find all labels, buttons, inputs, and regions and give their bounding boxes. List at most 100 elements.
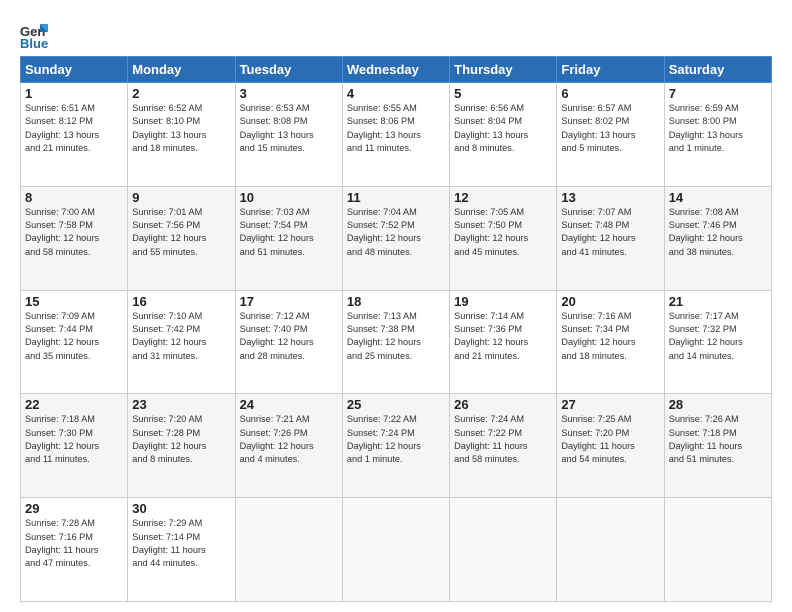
day-number: 30 [132, 501, 230, 516]
calendar-cell: 14Sunrise: 7:08 AM Sunset: 7:46 PM Dayli… [664, 186, 771, 290]
day-number: 24 [240, 397, 338, 412]
calendar-week-row: 29Sunrise: 7:28 AM Sunset: 7:16 PM Dayli… [21, 498, 772, 602]
weekday-header-saturday: Saturday [664, 57, 771, 83]
logo: Gen Blue [20, 22, 50, 50]
calendar-cell: 9Sunrise: 7:01 AM Sunset: 7:56 PM Daylig… [128, 186, 235, 290]
logo-icon: Gen Blue [20, 22, 48, 50]
day-number: 6 [561, 86, 659, 101]
day-info: Sunrise: 7:21 AM Sunset: 7:26 PM Dayligh… [240, 413, 338, 466]
day-number: 29 [25, 501, 123, 516]
day-info: Sunrise: 7:03 AM Sunset: 7:54 PM Dayligh… [240, 206, 338, 259]
calendar-cell: 16Sunrise: 7:10 AM Sunset: 7:42 PM Dayli… [128, 290, 235, 394]
day-number: 20 [561, 294, 659, 309]
day-number: 16 [132, 294, 230, 309]
day-info: Sunrise: 7:22 AM Sunset: 7:24 PM Dayligh… [347, 413, 445, 466]
calendar-cell: 17Sunrise: 7:12 AM Sunset: 7:40 PM Dayli… [235, 290, 342, 394]
calendar-cell: 30Sunrise: 7:29 AM Sunset: 7:14 PM Dayli… [128, 498, 235, 602]
weekday-header-sunday: Sunday [21, 57, 128, 83]
calendar-cell: 5Sunrise: 6:56 AM Sunset: 8:04 PM Daylig… [450, 83, 557, 187]
day-number: 3 [240, 86, 338, 101]
day-info: Sunrise: 7:10 AM Sunset: 7:42 PM Dayligh… [132, 310, 230, 363]
day-info: Sunrise: 7:07 AM Sunset: 7:48 PM Dayligh… [561, 206, 659, 259]
day-number: 26 [454, 397, 552, 412]
day-info: Sunrise: 7:01 AM Sunset: 7:56 PM Dayligh… [132, 206, 230, 259]
day-number: 12 [454, 190, 552, 205]
day-info: Sunrise: 6:59 AM Sunset: 8:00 PM Dayligh… [669, 102, 767, 155]
day-info: Sunrise: 7:09 AM Sunset: 7:44 PM Dayligh… [25, 310, 123, 363]
weekday-header-tuesday: Tuesday [235, 57, 342, 83]
day-number: 11 [347, 190, 445, 205]
calendar-cell [557, 498, 664, 602]
day-number: 19 [454, 294, 552, 309]
calendar-cell [235, 498, 342, 602]
day-number: 10 [240, 190, 338, 205]
day-number: 25 [347, 397, 445, 412]
calendar-week-row: 8Sunrise: 7:00 AM Sunset: 7:58 PM Daylig… [21, 186, 772, 290]
day-info: Sunrise: 7:13 AM Sunset: 7:38 PM Dayligh… [347, 310, 445, 363]
day-number: 1 [25, 86, 123, 101]
calendar-cell: 27Sunrise: 7:25 AM Sunset: 7:20 PM Dayli… [557, 394, 664, 498]
day-number: 2 [132, 86, 230, 101]
page: Gen Blue SundayMondayTuesdayWednesdayThu… [0, 0, 792, 612]
weekday-header-monday: Monday [128, 57, 235, 83]
day-info: Sunrise: 7:25 AM Sunset: 7:20 PM Dayligh… [561, 413, 659, 466]
calendar-cell: 18Sunrise: 7:13 AM Sunset: 7:38 PM Dayli… [342, 290, 449, 394]
day-info: Sunrise: 7:05 AM Sunset: 7:50 PM Dayligh… [454, 206, 552, 259]
calendar-cell: 23Sunrise: 7:20 AM Sunset: 7:28 PM Dayli… [128, 394, 235, 498]
day-info: Sunrise: 6:52 AM Sunset: 8:10 PM Dayligh… [132, 102, 230, 155]
day-number: 9 [132, 190, 230, 205]
calendar-cell [342, 498, 449, 602]
day-info: Sunrise: 7:24 AM Sunset: 7:22 PM Dayligh… [454, 413, 552, 466]
calendar-cell: 11Sunrise: 7:04 AM Sunset: 7:52 PM Dayli… [342, 186, 449, 290]
day-info: Sunrise: 7:20 AM Sunset: 7:28 PM Dayligh… [132, 413, 230, 466]
day-number: 13 [561, 190, 659, 205]
day-number: 27 [561, 397, 659, 412]
calendar-cell: 21Sunrise: 7:17 AM Sunset: 7:32 PM Dayli… [664, 290, 771, 394]
day-info: Sunrise: 6:56 AM Sunset: 8:04 PM Dayligh… [454, 102, 552, 155]
day-info: Sunrise: 7:14 AM Sunset: 7:36 PM Dayligh… [454, 310, 552, 363]
calendar-cell: 8Sunrise: 7:00 AM Sunset: 7:58 PM Daylig… [21, 186, 128, 290]
day-info: Sunrise: 6:51 AM Sunset: 8:12 PM Dayligh… [25, 102, 123, 155]
day-info: Sunrise: 7:00 AM Sunset: 7:58 PM Dayligh… [25, 206, 123, 259]
day-info: Sunrise: 7:04 AM Sunset: 7:52 PM Dayligh… [347, 206, 445, 259]
day-info: Sunrise: 7:08 AM Sunset: 7:46 PM Dayligh… [669, 206, 767, 259]
day-number: 8 [25, 190, 123, 205]
day-number: 4 [347, 86, 445, 101]
day-number: 17 [240, 294, 338, 309]
calendar-week-row: 22Sunrise: 7:18 AM Sunset: 7:30 PM Dayli… [21, 394, 772, 498]
day-info: Sunrise: 7:12 AM Sunset: 7:40 PM Dayligh… [240, 310, 338, 363]
calendar-cell: 22Sunrise: 7:18 AM Sunset: 7:30 PM Dayli… [21, 394, 128, 498]
day-info: Sunrise: 7:18 AM Sunset: 7:30 PM Dayligh… [25, 413, 123, 466]
day-number: 28 [669, 397, 767, 412]
day-info: Sunrise: 7:17 AM Sunset: 7:32 PM Dayligh… [669, 310, 767, 363]
calendar-cell: 24Sunrise: 7:21 AM Sunset: 7:26 PM Dayli… [235, 394, 342, 498]
day-number: 23 [132, 397, 230, 412]
day-number: 18 [347, 294, 445, 309]
weekday-header-thursday: Thursday [450, 57, 557, 83]
calendar-cell: 6Sunrise: 6:57 AM Sunset: 8:02 PM Daylig… [557, 83, 664, 187]
calendar-cell: 4Sunrise: 6:55 AM Sunset: 8:06 PM Daylig… [342, 83, 449, 187]
calendar-cell: 13Sunrise: 7:07 AM Sunset: 7:48 PM Dayli… [557, 186, 664, 290]
day-info: Sunrise: 7:16 AM Sunset: 7:34 PM Dayligh… [561, 310, 659, 363]
day-number: 7 [669, 86, 767, 101]
svg-text:Blue: Blue [20, 36, 48, 50]
calendar-cell [664, 498, 771, 602]
day-number: 22 [25, 397, 123, 412]
calendar-cell: 26Sunrise: 7:24 AM Sunset: 7:22 PM Dayli… [450, 394, 557, 498]
day-number: 14 [669, 190, 767, 205]
calendar-cell: 29Sunrise: 7:28 AM Sunset: 7:16 PM Dayli… [21, 498, 128, 602]
header: Gen Blue [20, 18, 772, 50]
day-info: Sunrise: 7:29 AM Sunset: 7:14 PM Dayligh… [132, 517, 230, 570]
calendar-cell: 7Sunrise: 6:59 AM Sunset: 8:00 PM Daylig… [664, 83, 771, 187]
calendar-cell: 1Sunrise: 6:51 AM Sunset: 8:12 PM Daylig… [21, 83, 128, 187]
calendar-cell: 12Sunrise: 7:05 AM Sunset: 7:50 PM Dayli… [450, 186, 557, 290]
calendar-cell: 19Sunrise: 7:14 AM Sunset: 7:36 PM Dayli… [450, 290, 557, 394]
calendar-cell: 25Sunrise: 7:22 AM Sunset: 7:24 PM Dayli… [342, 394, 449, 498]
day-info: Sunrise: 6:55 AM Sunset: 8:06 PM Dayligh… [347, 102, 445, 155]
calendar-cell: 2Sunrise: 6:52 AM Sunset: 8:10 PM Daylig… [128, 83, 235, 187]
weekday-header-row: SundayMondayTuesdayWednesdayThursdayFrid… [21, 57, 772, 83]
weekday-header-wednesday: Wednesday [342, 57, 449, 83]
day-info: Sunrise: 6:57 AM Sunset: 8:02 PM Dayligh… [561, 102, 659, 155]
day-info: Sunrise: 6:53 AM Sunset: 8:08 PM Dayligh… [240, 102, 338, 155]
calendar-week-row: 1Sunrise: 6:51 AM Sunset: 8:12 PM Daylig… [21, 83, 772, 187]
